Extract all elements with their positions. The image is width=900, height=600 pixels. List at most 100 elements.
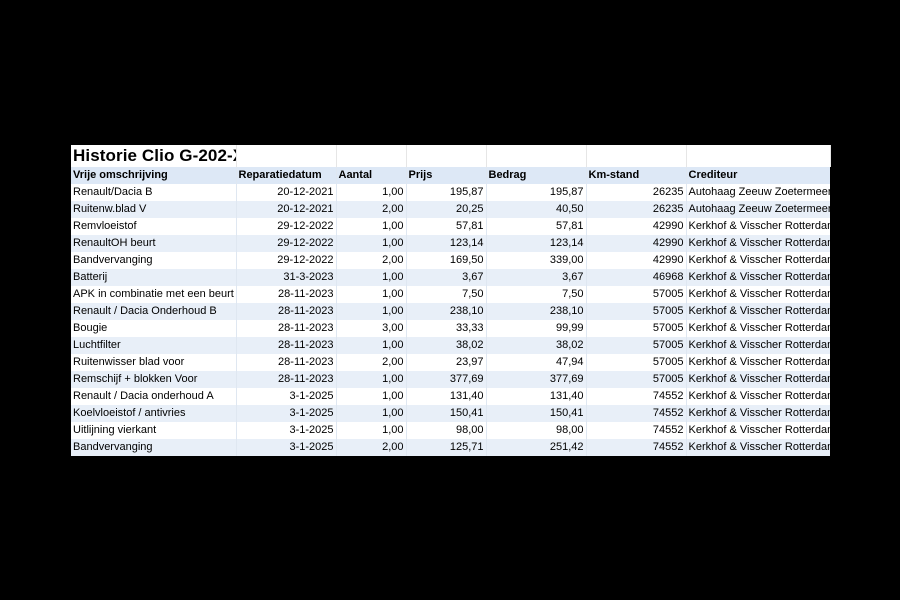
empty-cell[interactable] (236, 145, 337, 167)
cell-mileage[interactable]: 42990 (586, 235, 687, 252)
cell-repair-date[interactable]: 29-12-2022 (236, 218, 337, 235)
cell-quantity[interactable]: 1,00 (336, 388, 407, 405)
cell-description[interactable]: Ruitenw.blad V (71, 201, 237, 218)
empty-cell[interactable] (336, 145, 407, 167)
cell-description[interactable]: APK in combinatie met een beurt (71, 286, 237, 303)
cell-price[interactable]: 33,33 (406, 320, 487, 337)
cell-mileage[interactable]: 42990 (586, 218, 687, 235)
cell-amount[interactable]: 7,50 (486, 286, 587, 303)
cell-quantity[interactable]: 1,00 (336, 269, 407, 286)
cell-price[interactable]: 23,97 (406, 354, 487, 371)
cell-description[interactable]: Renault / Dacia Onderhoud B (71, 303, 237, 320)
cell-mileage[interactable]: 42990 (586, 252, 687, 269)
cell-creditor[interactable]: Autohaag Zeeuw Zoetermeer (686, 201, 830, 218)
cell-price[interactable]: 150,41 (406, 405, 487, 422)
cell-mileage[interactable]: 57005 (586, 371, 687, 388)
cell-price[interactable]: 123,14 (406, 235, 487, 252)
cell-quantity[interactable]: 1,00 (336, 371, 407, 388)
cell-repair-date[interactable]: 28-11-2023 (236, 354, 337, 371)
cell-creditor[interactable]: Kerkhof & Visscher Rotterdam (686, 388, 830, 405)
cell-creditor[interactable]: Kerkhof & Visscher Rotterdam (686, 405, 830, 422)
cell-amount[interactable]: 377,69 (486, 371, 587, 388)
cell-creditor[interactable]: Kerkhof & Visscher Rotterdam (686, 354, 830, 371)
cell-price[interactable]: 125,71 (406, 439, 487, 456)
cell-quantity[interactable]: 1,00 (336, 235, 407, 252)
cell-description[interactable]: Renault/Dacia B (71, 184, 237, 201)
cell-amount[interactable]: 3,67 (486, 269, 587, 286)
cell-quantity[interactable]: 1,00 (336, 422, 407, 439)
cell-quantity[interactable]: 1,00 (336, 218, 407, 235)
cell-mileage[interactable]: 74552 (586, 388, 687, 405)
sheet-title[interactable]: Historie Clio G-202-XF (71, 145, 237, 167)
cell-quantity[interactable]: 2,00 (336, 439, 407, 456)
cell-creditor[interactable]: Kerkhof & Visscher Rotterdam (686, 371, 830, 388)
cell-creditor[interactable]: Kerkhof & Visscher Rotterdam (686, 337, 830, 354)
cell-amount[interactable]: 195,87 (486, 184, 587, 201)
cell-repair-date[interactable]: 28-11-2023 (236, 303, 337, 320)
cell-amount[interactable]: 238,10 (486, 303, 587, 320)
cell-description[interactable]: RenaultOH beurt (71, 235, 237, 252)
cell-quantity[interactable]: 3,00 (336, 320, 407, 337)
cell-price[interactable]: 38,02 (406, 337, 487, 354)
cell-price[interactable]: 169,50 (406, 252, 487, 269)
cell-creditor[interactable]: Kerkhof & Visscher Rotterdam (686, 235, 830, 252)
empty-cell[interactable] (586, 145, 687, 167)
cell-description[interactable]: Koelvloeistof / antivries (71, 405, 237, 422)
cell-amount[interactable]: 150,41 (486, 405, 587, 422)
cell-price[interactable]: 57,81 (406, 218, 487, 235)
cell-mileage[interactable]: 74552 (586, 439, 687, 456)
cell-price[interactable]: 98,00 (406, 422, 487, 439)
cell-repair-date[interactable]: 3-1-2025 (236, 388, 337, 405)
cell-price[interactable]: 377,69 (406, 371, 487, 388)
header-mileage[interactable]: Km-stand (586, 167, 687, 184)
header-description[interactable]: Vrije omschrijving (71, 167, 237, 184)
header-creditor[interactable]: Crediteur (686, 167, 830, 184)
cell-amount[interactable]: 40,50 (486, 201, 587, 218)
cell-mileage[interactable]: 57005 (586, 303, 687, 320)
cell-quantity[interactable]: 1,00 (336, 184, 407, 201)
cell-quantity[interactable]: 2,00 (336, 252, 407, 269)
cell-creditor[interactable]: Kerkhof & Visscher Rotterdam (686, 320, 830, 337)
cell-repair-date[interactable]: 28-11-2023 (236, 286, 337, 303)
cell-repair-date[interactable]: 28-11-2023 (236, 320, 337, 337)
cell-amount[interactable]: 339,00 (486, 252, 587, 269)
cell-mileage[interactable]: 74552 (586, 405, 687, 422)
cell-creditor[interactable]: Kerkhof & Visscher Rotterdam (686, 286, 830, 303)
cell-repair-date[interactable]: 20-12-2021 (236, 184, 337, 201)
cell-repair-date[interactable]: 29-12-2022 (236, 252, 337, 269)
cell-price[interactable]: 7,50 (406, 286, 487, 303)
cell-creditor[interactable]: Kerkhof & Visscher Rotterdam (686, 218, 830, 235)
cell-quantity[interactable]: 1,00 (336, 303, 407, 320)
cell-creditor[interactable]: Kerkhof & Visscher Rotterdam (686, 269, 830, 286)
cell-description[interactable]: Bandvervanging (71, 439, 237, 456)
cell-description[interactable]: Ruitenwisser blad voor (71, 354, 237, 371)
header-amount[interactable]: Bedrag (486, 167, 587, 184)
cell-price[interactable]: 195,87 (406, 184, 487, 201)
cell-quantity[interactable]: 2,00 (336, 201, 407, 218)
empty-cell[interactable] (686, 145, 831, 167)
cell-mileage[interactable]: 57005 (586, 320, 687, 337)
cell-price[interactable]: 20,25 (406, 201, 487, 218)
cell-repair-date[interactable]: 29-12-2022 (236, 235, 337, 252)
cell-amount[interactable]: 251,42 (486, 439, 587, 456)
cell-description[interactable]: Luchtfilter (71, 337, 237, 354)
cell-repair-date[interactable]: 28-11-2023 (236, 371, 337, 388)
cell-description[interactable]: Renault / Dacia onderhoud A (71, 388, 237, 405)
cell-amount[interactable]: 98,00 (486, 422, 587, 439)
cell-mileage[interactable]: 57005 (586, 286, 687, 303)
cell-quantity[interactable]: 1,00 (336, 405, 407, 422)
cell-description[interactable]: Bougie (71, 320, 237, 337)
cell-mileage[interactable]: 26235 (586, 201, 687, 218)
cell-creditor[interactable]: Autohaag Zeeuw Zoetermeer (686, 184, 830, 201)
cell-amount[interactable]: 131,40 (486, 388, 587, 405)
header-price[interactable]: Prijs (406, 167, 487, 184)
cell-mileage[interactable]: 26235 (586, 184, 687, 201)
cell-description[interactable]: Remschijf + blokken Voor (71, 371, 237, 388)
cell-amount[interactable]: 57,81 (486, 218, 587, 235)
empty-cell[interactable] (486, 145, 587, 167)
cell-creditor[interactable]: Kerkhof & Visscher Rotterdam (686, 439, 830, 456)
cell-amount[interactable]: 123,14 (486, 235, 587, 252)
cell-description[interactable]: Uitlijning vierkant (71, 422, 237, 439)
cell-repair-date[interactable]: 3-1-2025 (236, 439, 337, 456)
cell-mileage[interactable]: 46968 (586, 269, 687, 286)
